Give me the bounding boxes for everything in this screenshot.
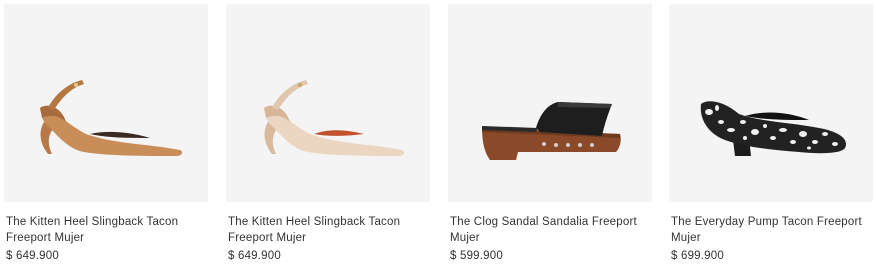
- product-name[interactable]: The Clog Sandal Sandalia Freeport Mujer: [450, 214, 652, 246]
- tan-slingback-heel-image: [40, 80, 183, 156]
- product-name[interactable]: The Kitten Heel Slingback Tacon Freeport…: [228, 214, 430, 246]
- product-name[interactable]: The Kitten Heel Slingback Tacon Freeport…: [6, 214, 208, 246]
- product-image-1[interactable]: [4, 4, 208, 202]
- product-price: $ 649.900: [228, 250, 281, 262]
- product-name[interactable]: The Everyday Pump Tacon Freeport Mujer: [671, 214, 873, 246]
- product-card-1[interactable]: The Kitten Heel Slingback Tacon Freeport…: [4, 0, 210, 270]
- product-image-4[interactable]: [669, 4, 873, 202]
- product-grid: The Kitten Heel Slingback Tacon Freeport…: [0, 0, 876, 270]
- product-price: $ 599.900: [450, 250, 503, 262]
- product-price: $ 649.900: [6, 250, 59, 262]
- cow-print-pump-image: [700, 101, 846, 156]
- beige-slingback-heel-image: [264, 80, 405, 156]
- product-image-3[interactable]: [448, 4, 652, 202]
- product-price: $ 699.900: [671, 250, 724, 262]
- black-clog-sandal-image: [482, 102, 621, 160]
- product-card-3[interactable]: The Clog Sandal Sandalia Freeport Mujer …: [448, 0, 654, 270]
- product-card-2[interactable]: The Kitten Heel Slingback Tacon Freeport…: [226, 0, 432, 270]
- product-image-2[interactable]: [226, 4, 430, 202]
- product-card-4[interactable]: The Everyday Pump Tacon Freeport Mujer $…: [669, 0, 875, 270]
